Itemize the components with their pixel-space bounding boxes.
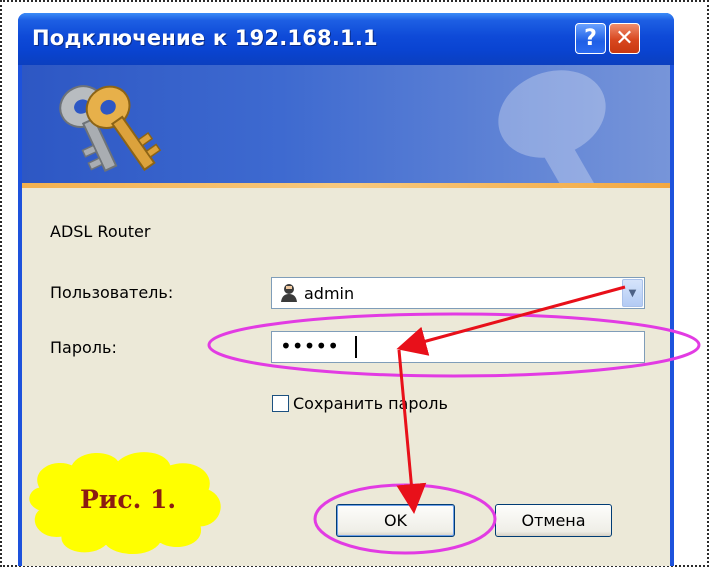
figure-label: Рис. 1. <box>80 485 177 514</box>
ok-highlight-ellipse <box>313 483 497 555</box>
arrow-to-password <box>396 285 626 356</box>
arrow-to-ok <box>396 349 427 514</box>
annotation-overlay <box>29 285 701 555</box>
password-highlight-ellipse <box>207 312 701 378</box>
